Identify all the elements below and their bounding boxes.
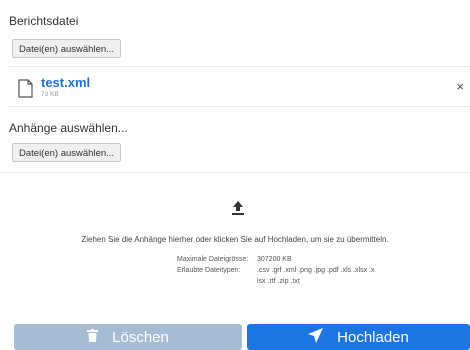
- upload-icon: [231, 200, 245, 221]
- delete-button[interactable]: Löschen: [14, 324, 242, 350]
- file-size: 73 KB: [41, 91, 59, 98]
- delete-button-label: Löschen: [112, 328, 169, 346]
- upload-button-label: Hochladen: [337, 328, 409, 346]
- file-name[interactable]: test.xml: [41, 75, 90, 90]
- report-choose-file-button[interactable]: Datei(en) auswählen...: [12, 39, 122, 58]
- allowed-types-value: .csv .grf .xml .png .jpg .pdf .xls .xlsx…: [257, 267, 375, 285]
- upload-button[interactable]: Hochladen: [247, 324, 470, 350]
- close-icon[interactable]: ×: [456, 79, 464, 94]
- upload-constraints: Maximale Dateigrösse: 307200 KB Erlaubte…: [177, 254, 375, 287]
- report-section-title: Berichtsdatei: [9, 14, 79, 28]
- max-size-label: Maximale Dateigrösse:: [177, 256, 249, 263]
- send-icon: [308, 327, 337, 347]
- attachments-dropzone[interactable]: [0, 172, 470, 323]
- dropzone-instruction: Ziehen Sie die Anhänge hierher oder klic…: [81, 235, 389, 244]
- attachments-choose-file-button[interactable]: Datei(en) auswählen...: [12, 143, 122, 162]
- attachments-section-title: Anhänge auswählen...: [9, 121, 128, 135]
- allowed-types-label: Erlaubte Dateitypen:: [177, 267, 241, 274]
- uploaded-file-card: test.xml 73 KB ×: [8, 66, 470, 107]
- trash-icon: [87, 328, 112, 346]
- max-size-value: 307200 KB: [257, 256, 292, 263]
- document-icon: [18, 79, 33, 103]
